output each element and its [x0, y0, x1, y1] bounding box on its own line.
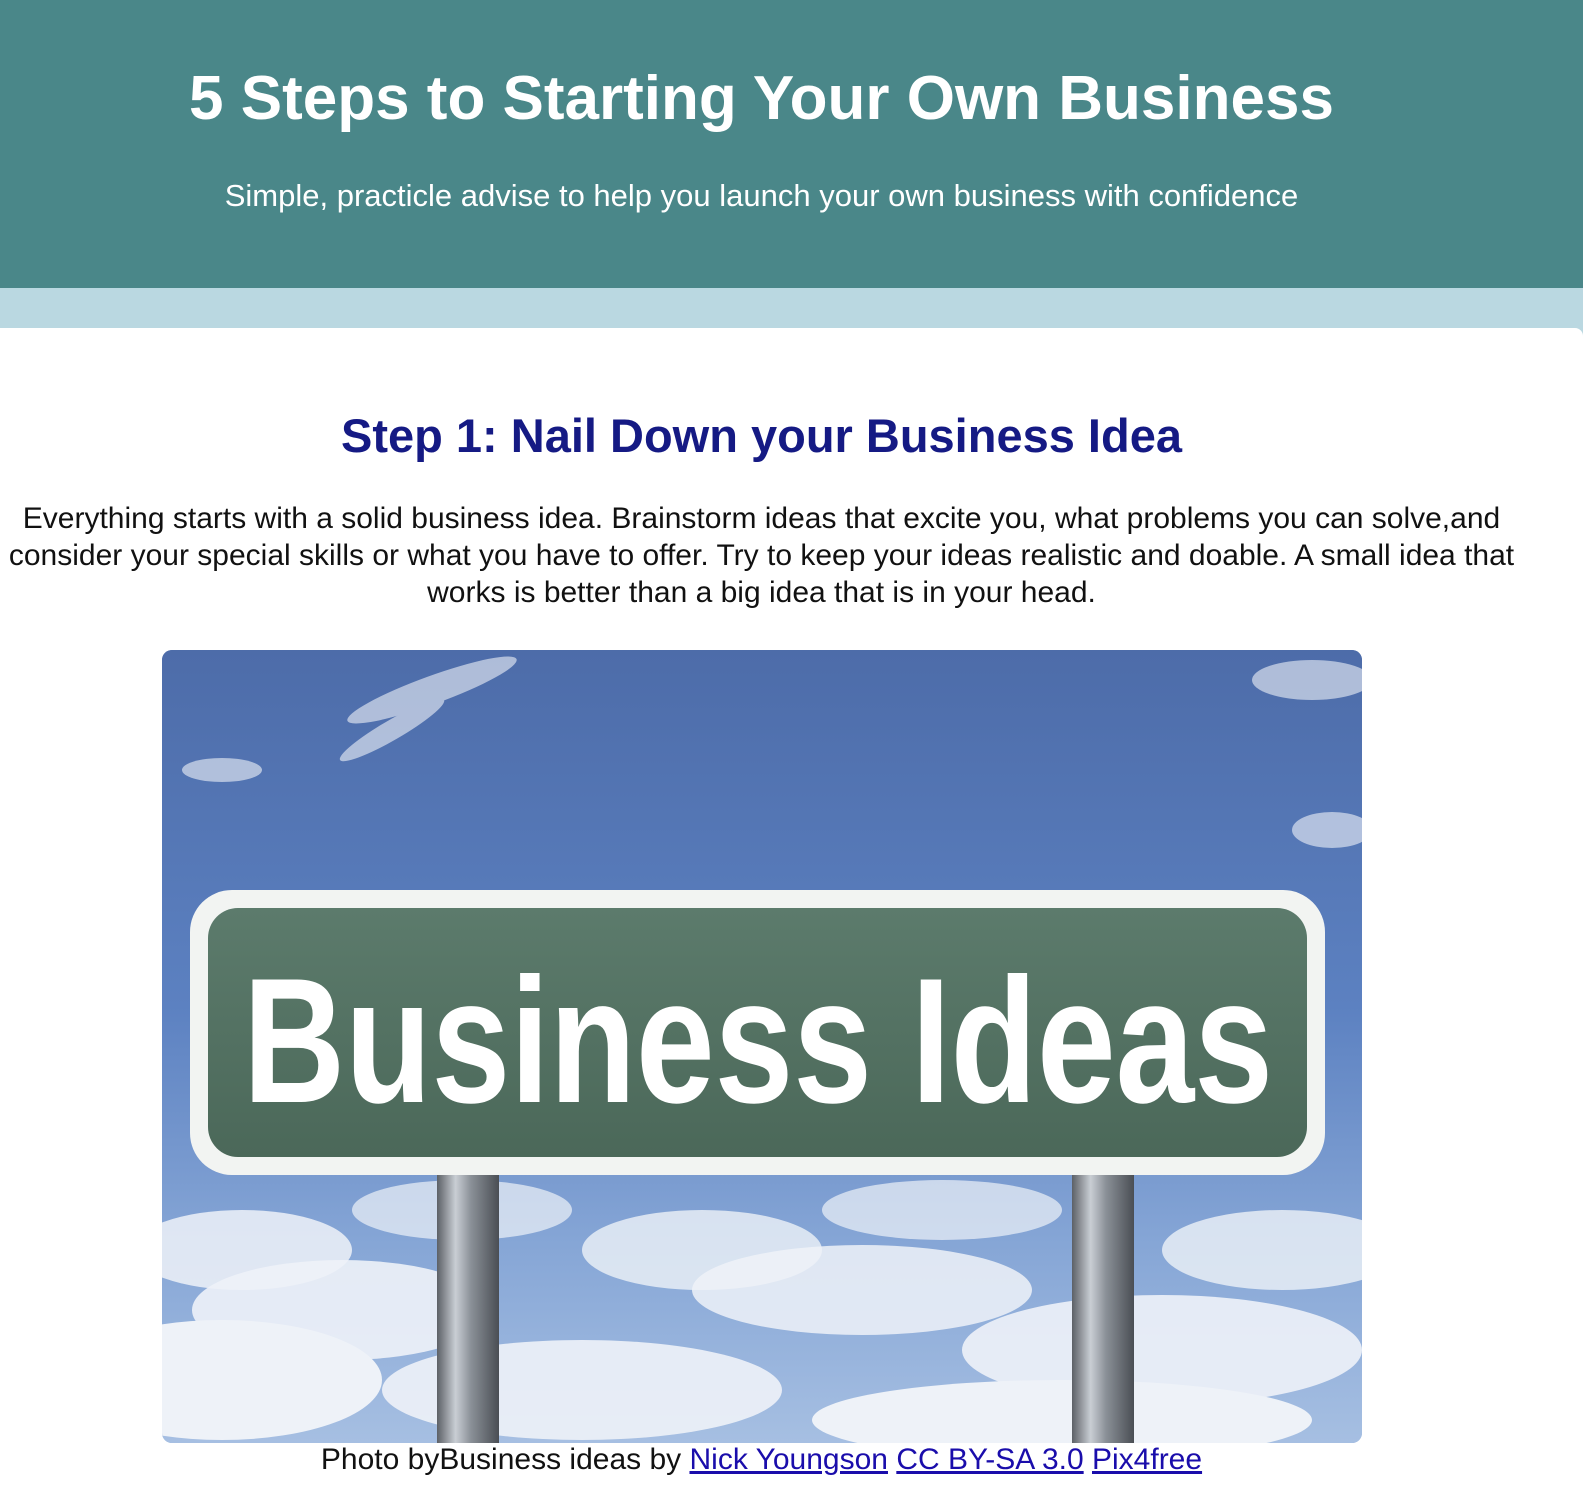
page-subtitle: Simple, practicle advise to help you lau… — [224, 178, 1299, 213]
step-1-paragraph-wrap: Everything starts with a solid business … — [0, 500, 1583, 611]
business-ideas-photo: Business Ideas — [162, 650, 1362, 1443]
hero-header: 5 Steps to Starting Your Own Business Si… — [0, 0, 1583, 288]
road-sign-text: Business Ideas — [243, 941, 1273, 1140]
sign-pole-left — [437, 1165, 499, 1443]
page: 5 Steps to Starting Your Own Business Si… — [0, 0, 1583, 1492]
page-title: 5 Steps to Starting Your Own Business — [189, 64, 1334, 133]
header-divider-band — [0, 288, 1583, 330]
step-section-card: Step 1: Nail Down your Business Idea Eve… — [0, 328, 1583, 1492]
sign-pole-right — [1072, 1165, 1134, 1443]
photo-caption: Photo byBusiness ideas by Nick Youngson … — [0, 1440, 1523, 1480]
author-link[interactable]: Nick Youngson — [689, 1443, 888, 1476]
step-1-paragraph: Everything starts with a solid business … — [8, 502, 1515, 609]
license-link[interactable]: CC BY-SA 3.0 — [896, 1443, 1083, 1476]
step-1-heading: Step 1: Nail Down your Business Idea — [341, 409, 1182, 462]
source-link[interactable]: Pix4free — [1092, 1443, 1202, 1476]
caption-prefix: Photo byBusiness ideas by — [320, 1443, 690, 1476]
business-ideas-illustration: Business Ideas — [162, 650, 1362, 1443]
